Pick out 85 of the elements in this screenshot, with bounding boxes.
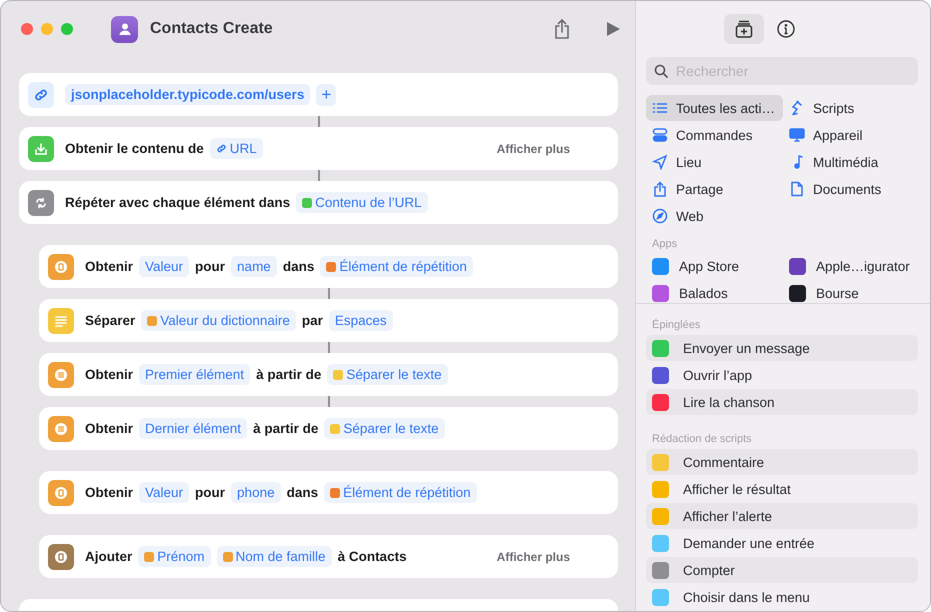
variable-token[interactable]: Contenu de l’URL: [296, 192, 428, 213]
action-label: Séparer: [85, 313, 136, 328]
window-title: Contacts Create: [150, 20, 273, 38]
url-field[interactable]: jsonplaceholder.typicode.com/users: [65, 84, 310, 105]
action-label: Obtenir: [85, 259, 134, 274]
category-icon: [789, 181, 805, 197]
action-card[interactable]: Obtenir le contenu de URL Afficher plus: [19, 127, 618, 170]
category-icon: [652, 208, 668, 224]
section-heading: Épinglées: [651, 318, 702, 333]
action-item[interactable]: Afficher le résultat: [646, 476, 918, 502]
action-label: pour: [195, 485, 226, 500]
search-icon: [654, 64, 668, 78]
action-item[interactable]: Afficher l’alerte: [646, 503, 918, 529]
action-card[interactable]: Obtenir Dernier élément à partir de Séparer le texte: [39, 407, 618, 450]
close-button[interactable]: [21, 23, 33, 35]
variable-token[interactable]: Élément de répétition: [324, 482, 477, 503]
action-label: dans: [282, 259, 314, 274]
action-label: Répéter avec chaque élément dans: [65, 195, 290, 210]
add-button[interactable]: +: [316, 84, 336, 106]
action-label: à partir de: [256, 367, 322, 382]
category-item[interactable]: Appareil: [783, 122, 918, 148]
app-item[interactable]: App Store: [646, 253, 783, 279]
category-item[interactable]: Multimédia: [783, 149, 918, 175]
section-heading: Apps: [651, 237, 678, 252]
action-item[interactable]: Commentaire: [646, 449, 918, 475]
category-icon: [789, 127, 805, 143]
parameter-token[interactable]: Valeur: [139, 256, 190, 277]
action-label: Ajouter: [85, 549, 132, 564]
action-label: par: [302, 313, 323, 328]
variable-token[interactable]: Prénom: [138, 546, 211, 567]
category-item[interactable]: Web: [646, 203, 783, 229]
action-label: pour: [195, 259, 226, 274]
action-card[interactable]: Obtenir Valeur pour phone dans Élément de répétition: [39, 471, 618, 514]
action-label: Obtenir: [85, 485, 134, 500]
category-item[interactable]: Scripts: [783, 95, 918, 121]
show-more-button[interactable]: Afficher plus: [490, 140, 576, 156]
variable-token[interactable]: Valeur du dictionnaire: [141, 310, 296, 331]
link-icon: [28, 82, 54, 108]
parameter-token[interactable]: Valeur: [139, 482, 190, 503]
action-label: à partir de: [253, 421, 318, 436]
parameter-token[interactable]: Dernier élément: [139, 418, 248, 439]
play-icon[interactable]: [605, 21, 621, 37]
action-label: dans: [286, 485, 318, 500]
action-item[interactable]: Choisir dans le menu: [646, 584, 918, 610]
parameter-token[interactable]: phone: [231, 482, 281, 503]
app-item[interactable]: Bourse: [783, 280, 918, 303]
action-item[interactable]: Compter: [646, 557, 918, 583]
action-item[interactable]: Demander une entrée: [646, 530, 918, 556]
parameter-token[interactable]: Premier élément: [139, 364, 250, 385]
link-icon: [216, 143, 227, 154]
action-label: Obtenir le contenu de: [65, 141, 204, 156]
category-item[interactable]: Commandes: [646, 122, 783, 148]
person-icon: [111, 16, 138, 42]
variable-token[interactable]: Séparer le texte: [327, 364, 448, 385]
variable-token[interactable]: Nom de famille: [216, 546, 332, 567]
action-label: Obtenir: [85, 421, 134, 436]
action-item[interactable]: Ouvrir l’app: [646, 362, 918, 388]
category-icon: [652, 127, 668, 143]
add-action-icon[interactable]: [724, 14, 764, 44]
category-item[interactable]: Partage: [646, 176, 783, 202]
category-icon: [652, 181, 668, 197]
share-icon[interactable]: [553, 18, 571, 40]
parameter-token[interactable]: Espaces: [328, 310, 393, 331]
action-card[interactable]: Obtenir Valeur pour name dans Élément de répétition: [39, 245, 618, 288]
section-heading: Rédaction de scripts: [651, 432, 753, 447]
action-label: à Contacts: [338, 549, 407, 564]
action-card[interactable]: Séparer Valeur du dictionnaire par Espaces: [39, 299, 618, 342]
action-card[interactable]: Obtenir Premier élément à partir de Séparer le texte: [39, 353, 618, 396]
action-card[interactable]: Ajouter Prénom Nom de famille à Contacts Afficher plus: [39, 535, 618, 578]
parameter-token[interactable]: name: [231, 256, 277, 277]
app-item[interactable]: Balados: [646, 280, 783, 303]
category-icon: [652, 154, 668, 170]
action-item[interactable]: Envoyer un message: [646, 335, 918, 361]
action-card[interactable]: Répéter avec chaque élément dans Contenu de l’URL: [19, 181, 618, 224]
action-card[interactable]: jsonplaceholder.typicode.com/users +: [19, 73, 618, 116]
category-item[interactable]: Toutes les acti…: [646, 95, 783, 121]
action-label: Obtenir: [85, 367, 134, 382]
variable-token[interactable]: Élément de répétition: [320, 256, 473, 277]
variable-token[interactable]: Séparer le texte: [324, 418, 445, 439]
show-more-button[interactable]: Afficher plus: [490, 548, 576, 564]
app-item[interactable]: Apple…igurator: [783, 253, 918, 279]
variable-token[interactable]: URL: [210, 138, 263, 159]
action-item[interactable]: Lire la chanson: [646, 389, 918, 415]
category-item[interactable]: Documents: [783, 176, 918, 202]
category-item[interactable]: Lieu: [646, 149, 783, 175]
